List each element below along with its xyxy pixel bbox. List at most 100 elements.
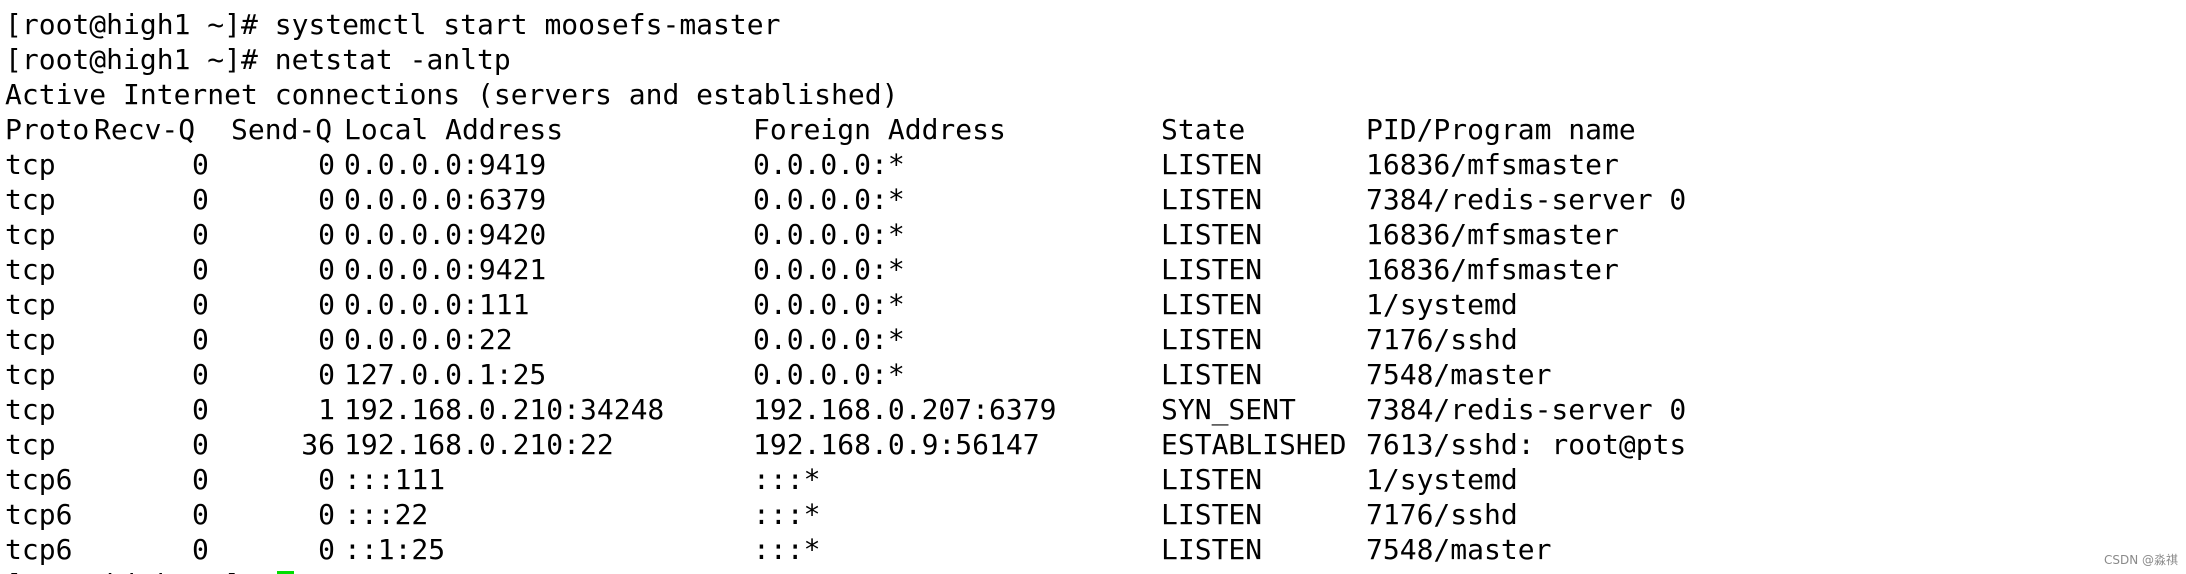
cell-recv: 0 — [192, 183, 209, 216]
cell-recv: 0 — [192, 288, 209, 321]
cell-recv: 0 — [192, 253, 209, 286]
cell-proto: tcp — [5, 288, 56, 321]
cell-foreign: 192.168.0.9:56147 — [753, 428, 1040, 461]
cell-foreign: 0.0.0.0:* — [753, 183, 905, 216]
table-row: tcp6 0 0::1:25:::* LISTEN 7548/master — [5, 532, 2181, 567]
cell-pid: 7548/master — [1366, 533, 1552, 566]
table-row: tcp 0 0 0.0.0.0:9420 0.0.0.0:* LISTEN 16836/mf… — [5, 217, 2181, 252]
command-text: netstat -anltp — [274, 43, 511, 76]
cell-send: 0 — [318, 218, 335, 251]
table-row: tcp6 0 0:::111:::* LISTEN 1/systemd — [5, 462, 2181, 497]
cell-pid: 1/systemd — [1366, 288, 1518, 321]
command-line: [root@high1 ~]# systemctl start moosefs-… — [5, 7, 2181, 42]
cell-local: 127.0.0.1:25 — [344, 358, 547, 391]
cell-recv: 0 — [192, 498, 209, 531]
cell-proto: tcp — [5, 323, 56, 356]
cell-state: ESTABLISHED — [1161, 428, 1347, 461]
cell-foreign: 0.0.0.0:* — [753, 218, 905, 251]
header-send: Send-Q — [231, 113, 333, 146]
cell-state: LISTEN — [1161, 323, 1263, 356]
cell-foreign: :::* — [753, 463, 821, 496]
cell-state: LISTEN — [1161, 148, 1263, 181]
table-row: tcp 0 36 192.168.0.210:22 192.168.0.9:56147 E… — [5, 427, 2181, 462]
cell-state: LISTEN — [1161, 288, 1263, 321]
cell-state: LISTEN — [1161, 463, 1263, 496]
cell-send: 0 — [318, 533, 335, 566]
cell-pid: 1/systemd — [1366, 463, 1518, 496]
cell-foreign: 0.0.0.0:* — [753, 358, 905, 391]
cell-foreign: 0.0.0.0:* — [753, 288, 905, 321]
cell-local: 0.0.0.0:9419 — [344, 148, 547, 181]
cell-proto: tcp — [5, 428, 56, 461]
cell-pid: 7548/master — [1366, 358, 1552, 391]
cell-send: 1 — [318, 393, 335, 426]
cell-proto: tcp — [5, 218, 56, 251]
cell-proto: tcp6 — [5, 533, 73, 566]
cell-send: 36 — [301, 428, 335, 461]
table-row: tcp 0 0 0.0.0.0:22 0.0.0.0:* LISTEN 7176/sshd — [5, 322, 2181, 357]
header-local: Local Address — [344, 113, 564, 146]
cell-state: LISTEN — [1161, 358, 1263, 391]
cell-send: 0 — [318, 498, 335, 531]
cell-foreign: :::* — [753, 498, 821, 531]
cell-send: 0 — [318, 463, 335, 496]
shell-prompt: [root@high1 ~]# — [5, 43, 258, 76]
cell-pid: 16836/mfsmaster — [1366, 253, 1619, 286]
cell-proto: tcp — [5, 148, 56, 181]
cell-foreign: 0.0.0.0:* — [753, 148, 905, 181]
cell-recv: 0 — [192, 358, 209, 391]
netstat-header-row: Proto Recv-Q Send-Q Local Address Foreig… — [5, 112, 2181, 147]
cell-proto: tcp — [5, 393, 56, 426]
cell-recv: 0 — [192, 148, 209, 181]
shell-prompt: [root@high1 ~]# — [5, 8, 258, 41]
table-row: tcp 0 0 0.0.0.0:9421 0.0.0.0:* LISTEN 16836/mf… — [5, 252, 2181, 287]
cell-local: 0.0.0.0:9420 — [344, 218, 547, 251]
cell-recv: 0 — [192, 323, 209, 356]
cell-local: :::22 — [344, 498, 429, 531]
cell-recv: 0 — [192, 428, 209, 461]
header-recv: Recv-Q — [94, 113, 196, 146]
cell-proto: tcp — [5, 358, 56, 391]
cell-recv: 0 — [192, 393, 209, 426]
cell-state: LISTEN — [1161, 253, 1263, 286]
netstat-table-body: tcp 0 0 0.0.0.0:9419 0.0.0.0:* LISTEN 16836/mf… — [5, 147, 2181, 567]
cell-recv: 0 — [192, 533, 209, 566]
watermark: CSDN @淼祺 — [2103, 553, 2178, 567]
cell-local: 0.0.0.0:111 — [344, 288, 530, 321]
cell-foreign: 0.0.0.0:* — [753, 253, 905, 286]
table-row: tcp 0 0 127.0.0.1:25 0.0.0.0:* LISTEN 7548/mas… — [5, 357, 2181, 392]
cell-pid: 7176/sshd — [1366, 498, 1518, 531]
header-proto: Proto — [5, 113, 90, 146]
cell-send: 0 — [318, 253, 335, 286]
cell-local: :::111 — [344, 463, 446, 496]
command-line: [root@high1 ~]# netstat -anltp — [5, 42, 2181, 77]
table-row: tcp6 0 0:::22:::* LISTEN 7176/sshd — [5, 497, 2181, 532]
table-row: tcp 0 1 192.168.0.210:34248 192.168.0.207:63… — [5, 392, 2181, 427]
cell-state: LISTEN — [1161, 218, 1263, 251]
cell-proto: tcp6 — [5, 463, 73, 496]
cell-send: 0 — [318, 288, 335, 321]
cell-state: LISTEN — [1161, 498, 1263, 531]
cell-pid: 16836/mfsmaster — [1366, 148, 1619, 181]
cell-state: LISTEN — [1161, 533, 1263, 566]
cell-local: 192.168.0.210:34248 — [344, 393, 665, 426]
cell-send: 0 — [318, 358, 335, 391]
cell-pid: 7384/redis-server 0 — [1366, 393, 1687, 426]
cell-foreign: :::* — [753, 533, 821, 566]
command-text: systemctl start moosefs-master — [274, 8, 781, 41]
netstat-intro: Active Internet connections (servers and… — [5, 78, 899, 111]
cell-pid: 7613/sshd: root@pts — [1366, 428, 1687, 461]
cell-state: SYN_SENT — [1161, 393, 1296, 426]
terminal-window[interactable]: [root@high1 ~]# systemctl start moosefs-… — [5, 7, 2181, 574]
cell-foreign: 0.0.0.0:* — [753, 323, 905, 356]
cell-state: LISTEN — [1161, 183, 1263, 216]
cell-local: 0.0.0.0:9421 — [344, 253, 547, 286]
cell-pid: 7384/redis-server 0 — [1366, 183, 1687, 216]
cell-local: 0.0.0.0:22 — [344, 323, 513, 356]
table-row: tcp 0 0 0.0.0.0:6379 0.0.0.0:* LISTEN 7384/red… — [5, 182, 2181, 217]
shell-prompt: [root@high1 ~]# — [5, 568, 258, 574]
cell-proto: tcp — [5, 253, 56, 286]
cell-foreign: 192.168.0.207:6379 — [753, 393, 1057, 426]
current-prompt-line[interactable]: [root@high1 ~]# — [5, 567, 2181, 574]
header-state: State — [1161, 113, 1246, 146]
